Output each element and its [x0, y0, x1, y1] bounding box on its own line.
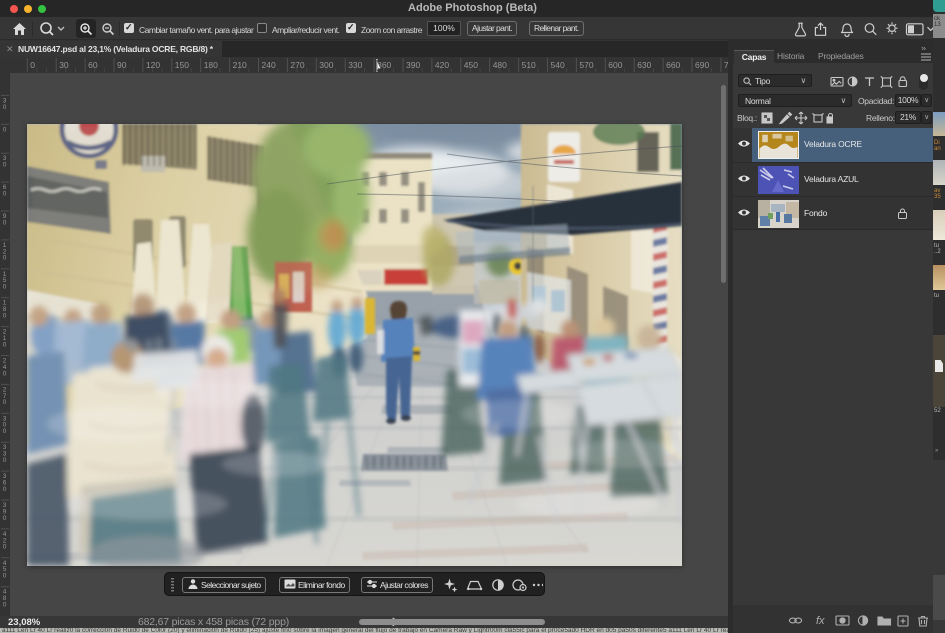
svg-text:240: 240 — [262, 60, 276, 70]
svg-text:600: 600 — [608, 60, 622, 70]
svg-text:420: 420 — [3, 531, 7, 551]
svg-text:690: 690 — [695, 60, 709, 70]
svg-text:150: 150 — [3, 271, 7, 291]
svg-text:30: 30 — [3, 155, 7, 168]
svg-text:480: 480 — [3, 589, 7, 609]
svg-text:660: 660 — [666, 60, 680, 70]
svg-text:420: 420 — [435, 60, 449, 70]
svg-text:30: 30 — [59, 60, 69, 70]
svg-text:480: 480 — [493, 60, 507, 70]
svg-text:390: 390 — [3, 502, 7, 522]
svg-text:450: 450 — [464, 60, 478, 70]
svg-text:570: 570 — [579, 60, 593, 70]
svg-text:0: 0 — [3, 126, 7, 133]
svg-text:210: 210 — [233, 60, 247, 70]
svg-text:60: 60 — [3, 184, 7, 197]
svg-text:540: 540 — [551, 60, 565, 70]
svg-text:150: 150 — [175, 60, 189, 70]
svg-text:120: 120 — [146, 60, 160, 70]
svg-text:630: 630 — [637, 60, 651, 70]
svg-text:0: 0 — [30, 60, 35, 70]
svg-text:330: 330 — [348, 60, 362, 70]
svg-text:180: 180 — [204, 60, 218, 70]
svg-text:30: 30 — [3, 97, 7, 110]
svg-text:90: 90 — [3, 213, 7, 226]
svg-text:270: 270 — [3, 386, 7, 406]
svg-text:300: 300 — [319, 60, 333, 70]
svg-text:180: 180 — [3, 300, 7, 320]
svg-text:120: 120 — [3, 242, 7, 262]
svg-text:360: 360 — [3, 473, 7, 493]
svg-text:60: 60 — [88, 60, 98, 70]
svg-text:300: 300 — [3, 415, 7, 435]
svg-text:90: 90 — [117, 60, 127, 70]
svg-text:fx: fx — [816, 615, 825, 627]
svg-text:330: 330 — [3, 444, 7, 464]
svg-text:210: 210 — [3, 329, 7, 349]
svg-text:390: 390 — [406, 60, 420, 70]
svg-text:240: 240 — [3, 358, 7, 378]
svg-text:270: 270 — [290, 60, 304, 70]
svg-text:450: 450 — [3, 560, 7, 580]
svg-text:510: 510 — [522, 60, 536, 70]
